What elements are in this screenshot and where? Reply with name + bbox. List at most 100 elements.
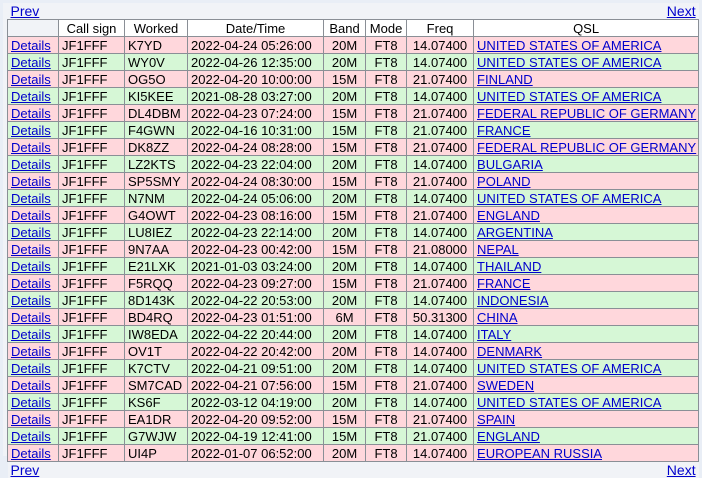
cell-mode: FT8 [366, 326, 407, 343]
cell-freq: 21.07400 [407, 411, 474, 428]
details-link-cell: Details [8, 377, 59, 394]
qsl-country-link[interactable]: THAILAND [477, 259, 541, 274]
qso-log-table: Prev Next Call sign Worked Date/Time Ban… [7, 3, 699, 478]
details-link[interactable]: Details [11, 395, 51, 410]
qsl-country-link[interactable]: ARGENTINA [477, 225, 553, 240]
qsl-country-link[interactable]: SPAIN [477, 412, 515, 427]
cell-band: 15M [324, 122, 366, 139]
qsl-country-link-cell: UNITED STATES OF AMERICA [474, 360, 699, 377]
details-link[interactable]: Details [11, 208, 51, 223]
details-link[interactable]: Details [11, 344, 51, 359]
qsl-country-link[interactable]: SWEDEN [477, 378, 534, 393]
qsl-country-link[interactable]: NEPAL [477, 242, 519, 257]
qsl-country-link[interactable]: FINLAND [477, 72, 533, 87]
details-link[interactable]: Details [11, 38, 51, 53]
details-link[interactable]: Details [11, 72, 51, 87]
qsl-country-link[interactable]: ENGLAND [477, 429, 540, 444]
cell-mode: FT8 [366, 105, 407, 122]
cell-band: 20M [324, 343, 366, 360]
cell-datetime: 2022-04-23 22:04:00 [188, 156, 324, 173]
cell-mode: FT8 [366, 377, 407, 394]
qsl-country-link[interactable]: UNITED STATES OF AMERICA [477, 55, 661, 70]
cell-band: 20M [324, 224, 366, 241]
details-link[interactable]: Details [11, 123, 51, 138]
details-link[interactable]: Details [11, 89, 51, 104]
details-link[interactable]: Details [11, 106, 51, 121]
next-link-top[interactable]: Next [667, 3, 696, 19]
details-link[interactable]: Details [11, 140, 51, 155]
details-link-cell: Details [8, 241, 59, 258]
details-link[interactable]: Details [11, 327, 51, 342]
cell-band: 15M [324, 411, 366, 428]
cell-mode: FT8 [366, 292, 407, 309]
cell-call-sign: JF1FFF [59, 139, 125, 156]
qsl-country-link[interactable]: DENMARK [477, 344, 542, 359]
cell-call-sign: JF1FFF [59, 71, 125, 88]
details-link[interactable]: Details [11, 378, 51, 393]
cell-worked: SM7CAD [125, 377, 188, 394]
cell-call-sign: JF1FFF [59, 241, 125, 258]
cell-band: 20M [324, 54, 366, 71]
qsl-country-link[interactable]: ITALY [477, 327, 511, 342]
qsl-country-link[interactable]: UNITED STATES OF AMERICA [477, 361, 661, 376]
cell-call-sign: JF1FFF [59, 173, 125, 190]
qsl-country-link[interactable]: UNITED STATES OF AMERICA [477, 38, 661, 53]
details-link[interactable]: Details [11, 310, 51, 325]
next-link-bottom[interactable]: Next [667, 462, 696, 478]
details-link-cell: Details [8, 428, 59, 445]
cell-freq: 21.07400 [407, 428, 474, 445]
qsl-country-link[interactable]: EUROPEAN RUSSIA [477, 446, 602, 461]
cell-datetime: 2022-04-23 08:16:00 [188, 207, 324, 224]
cell-worked: N7NM [125, 190, 188, 207]
details-link[interactable]: Details [11, 293, 51, 308]
qsl-country-link[interactable]: FRANCE [477, 276, 530, 291]
cell-freq: 14.07400 [407, 88, 474, 105]
details-link[interactable]: Details [11, 429, 51, 444]
table-row: DetailsJF1FFFOG5O2022-04-20 10:00:0015MF… [8, 71, 699, 88]
header-call-sign: Call sign [59, 20, 125, 37]
details-link[interactable]: Details [11, 191, 51, 206]
cell-call-sign: JF1FFF [59, 275, 125, 292]
top-nav: Prev Next [8, 3, 699, 20]
qsl-country-link[interactable]: UNITED STATES OF AMERICA [477, 89, 661, 104]
prev-link-top[interactable]: Prev [11, 3, 40, 19]
qsl-country-link[interactable]: ENGLAND [477, 208, 540, 223]
details-link[interactable]: Details [11, 157, 51, 172]
details-link[interactable]: Details [11, 55, 51, 70]
details-link[interactable]: Details [11, 174, 51, 189]
details-link[interactable]: Details [11, 259, 51, 274]
cell-freq: 21.07400 [407, 275, 474, 292]
qsl-country-link[interactable]: FRANCE [477, 123, 530, 138]
cell-worked: DL4DBM [125, 105, 188, 122]
cell-worked: WY0V [125, 54, 188, 71]
cell-band: 15M [324, 71, 366, 88]
qsl-country-link[interactable]: INDONESIA [477, 293, 549, 308]
qsl-country-link[interactable]: POLAND [477, 174, 530, 189]
cell-band: 15M [324, 275, 366, 292]
prev-link-bottom[interactable]: Prev [11, 462, 40, 478]
details-link[interactable]: Details [11, 412, 51, 427]
cell-band: 15M [324, 105, 366, 122]
cell-datetime: 2022-04-23 07:24:00 [188, 105, 324, 122]
details-link[interactable]: Details [11, 276, 51, 291]
qsl-country-link[interactable]: UNITED STATES OF AMERICA [477, 191, 661, 206]
cell-freq: 21.07400 [407, 377, 474, 394]
cell-worked: K7YD [125, 37, 188, 54]
qsl-country-link-cell: ENGLAND [474, 428, 699, 445]
details-link-cell: Details [8, 54, 59, 71]
details-link[interactable]: Details [11, 361, 51, 376]
qsl-country-link[interactable]: FEDERAL REPUBLIC OF GERMANY [477, 140, 696, 155]
qsl-country-link[interactable]: FEDERAL REPUBLIC OF GERMANY [477, 106, 696, 121]
cell-mode: FT8 [366, 309, 407, 326]
details-link[interactable]: Details [11, 225, 51, 240]
qsl-country-link[interactable]: UNITED STATES OF AMERICA [477, 395, 661, 410]
cell-datetime: 2022-04-24 08:30:00 [188, 173, 324, 190]
cell-worked: G7WJW [125, 428, 188, 445]
cell-call-sign: JF1FFF [59, 326, 125, 343]
qsl-country-link-cell: UNITED STATES OF AMERICA [474, 37, 699, 54]
qsl-country-link[interactable]: BULGARIA [477, 157, 543, 172]
cell-call-sign: JF1FFF [59, 377, 125, 394]
qsl-country-link[interactable]: CHINA [477, 310, 517, 325]
details-link[interactable]: Details [11, 242, 51, 257]
details-link[interactable]: Details [11, 446, 51, 461]
